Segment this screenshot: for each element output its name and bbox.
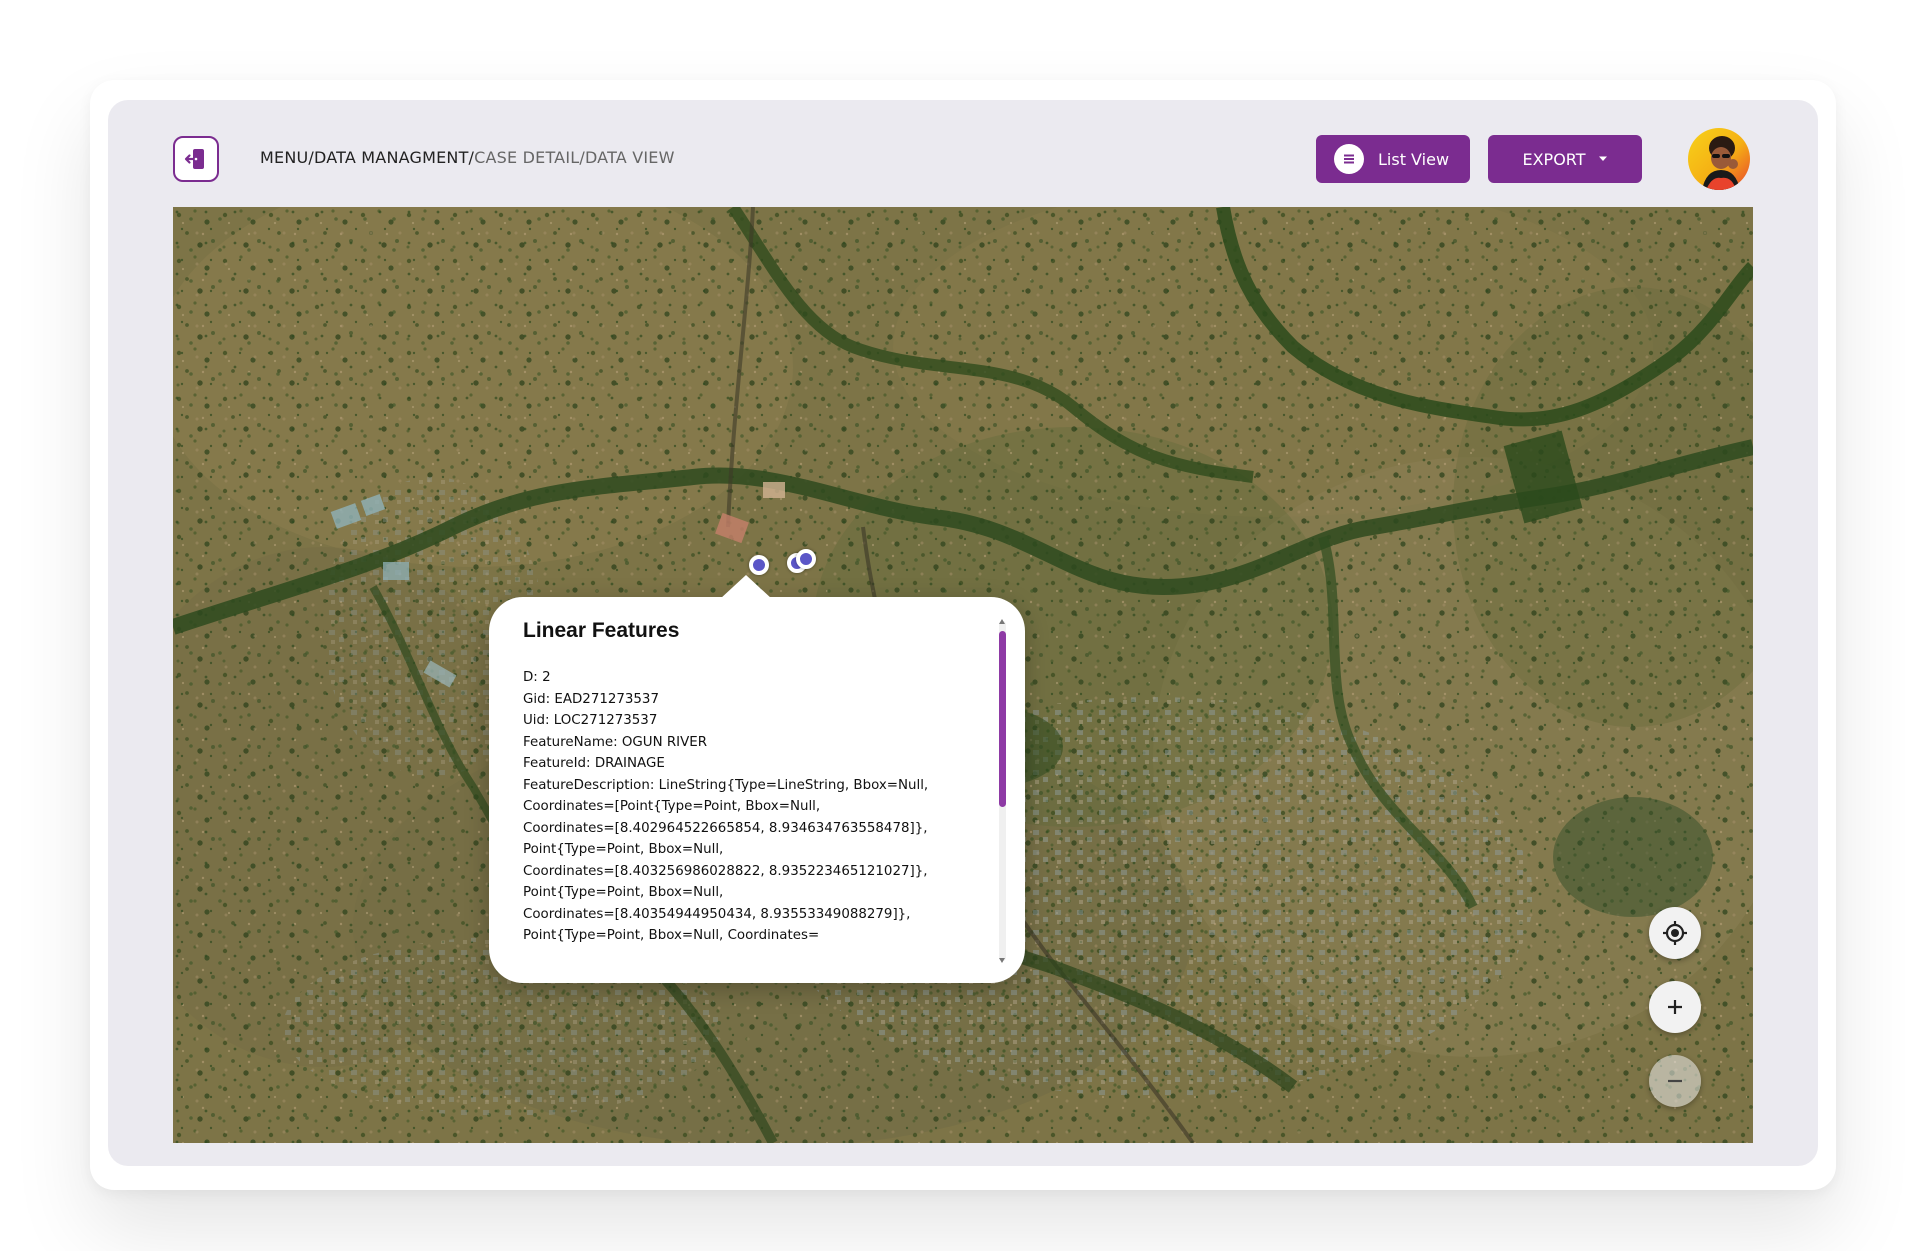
map-marker[interactable]: [796, 549, 816, 569]
popup-tail: [720, 575, 772, 599]
export-label: EXPORT: [1522, 149, 1586, 169]
popup-line: Point{Type=Point, Bbox=Null, Coordinates…: [523, 928, 820, 943]
back-button[interactable]: [173, 136, 219, 182]
minus-icon: [1668, 1079, 1682, 1083]
popup-line: FeatureId: DRAINAGE: [523, 756, 665, 771]
map-marker[interactable]: [749, 555, 769, 575]
breadcrumb-menu[interactable]: MENU: [260, 148, 308, 167]
popup-line: Point{Type=Point, Bbox=Null,: [523, 842, 724, 857]
popup-line: Coordinates=[8.402964522665854, 8.934634…: [523, 820, 928, 836]
popup-body: D: 2 Gid: EAD271273537 Uid: LOC271273537…: [523, 667, 963, 957]
popup-line: Gid: EAD271273537: [523, 691, 659, 707]
scroll-down-arrow-icon[interactable]: [999, 958, 1005, 963]
zoom-in-button[interactable]: [1649, 981, 1701, 1033]
app-frame: MENU/DATA MANAGMENT/CASE DETAIL/DATA VIE…: [108, 100, 1818, 1166]
locate-button[interactable]: [1649, 907, 1701, 959]
breadcrumb: MENU/DATA MANAGMENT/CASE DETAIL/DATA VIE…: [260, 148, 675, 167]
popup-line: Coordinates=[8.40354944950434, 8.9355334…: [523, 906, 911, 922]
feature-popup: Linear Features D: 2 Gid: EAD271273537 U…: [489, 575, 1025, 983]
popup-line: Point{Type=Point, Bbox=Null,: [523, 885, 724, 900]
export-button[interactable]: EXPORT: [1488, 135, 1642, 183]
map-satellite-view[interactable]: Linear Features D: 2 Gid: EAD271273537 U…: [173, 207, 1753, 1143]
popup-line: D: 2: [523, 670, 551, 685]
breadcrumb-data-management[interactable]: DATA MANAGMENT: [314, 148, 469, 167]
caret-down-icon: [1598, 156, 1607, 161]
popup-line: FeatureName: OGUN RIVER: [523, 734, 708, 750]
exit-door-icon: [184, 149, 204, 169]
breadcrumb-case-detail-data-view: CASE DETAIL/DATA VIEW: [474, 148, 675, 167]
locate-target-icon: [1663, 921, 1687, 945]
popup-line: Uid: LOC271273537: [523, 713, 658, 728]
popup-title: Linear Features: [523, 619, 680, 642]
popup-line: Coordinates=[8.403256986028822, 8.935223…: [523, 863, 928, 879]
popup-line: Coordinates=[Point{Type=Point, Bbox=Null…: [523, 799, 821, 814]
plus-icon: [1668, 1000, 1682, 1014]
list-view-button[interactable]: List View: [1316, 135, 1470, 183]
scroll-up-arrow-icon[interactable]: [999, 619, 1005, 624]
avatar[interactable]: [1688, 128, 1750, 190]
list-view-label: List View: [1378, 149, 1450, 169]
popup-scrollbar[interactable]: [999, 619, 1006, 963]
popup-line: FeatureDescription: LineString{Type=Line…: [523, 777, 929, 793]
list-icon: [1334, 144, 1364, 174]
zoom-out-button[interactable]: [1649, 1055, 1701, 1107]
avatar-image: [1688, 128, 1750, 190]
scrollbar-thumb[interactable]: [999, 631, 1006, 807]
